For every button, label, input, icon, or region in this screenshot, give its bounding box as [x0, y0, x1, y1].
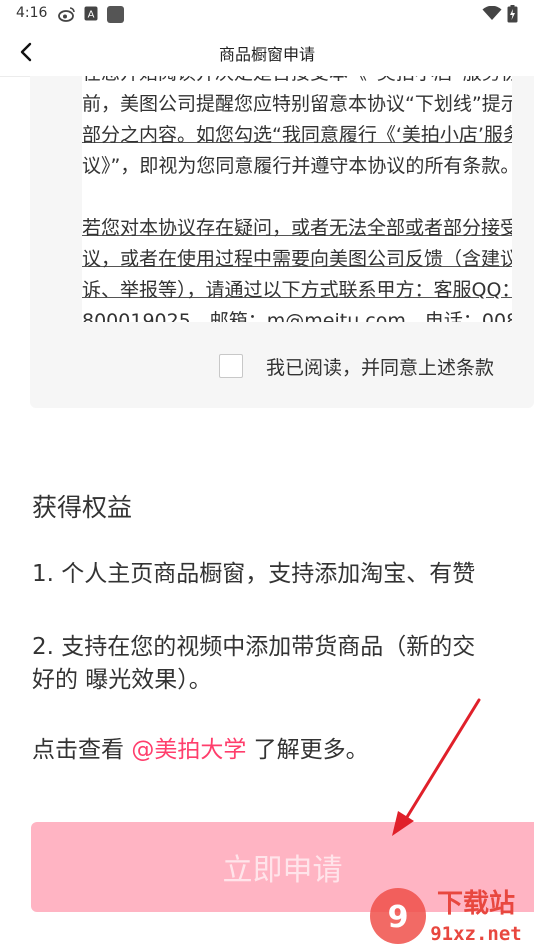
watermark-brand: 下载站	[437, 889, 515, 919]
watermark-domain: 91xz.net	[430, 923, 522, 945]
svg-text:9: 9	[388, 900, 409, 935]
annotation-arrow-icon	[392, 698, 481, 836]
watermark-logo-icon: 9 下载站 91xz.net	[370, 888, 522, 945]
